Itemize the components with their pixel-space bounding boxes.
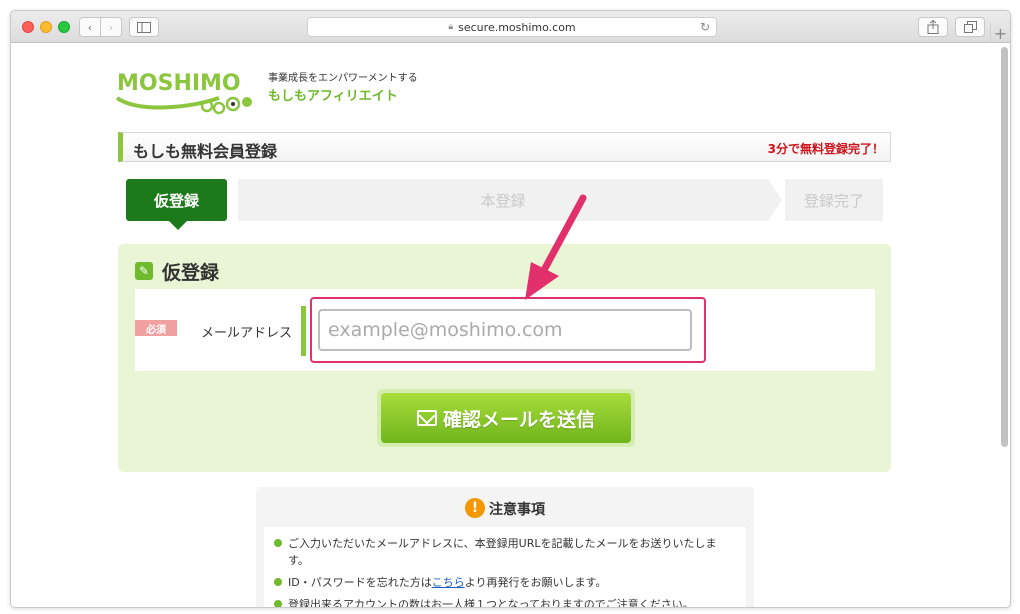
tab-overview-button[interactable]	[955, 17, 985, 37]
share-button[interactable]	[918, 17, 948, 37]
notice-item: 登録出来るアカウントの数はお一人様１つとなっておりますのでご注意ください。	[274, 596, 736, 608]
bullet-icon	[274, 578, 282, 586]
sidebar-icon	[137, 21, 151, 33]
step-indicator-tail	[169, 221, 187, 230]
forward-button[interactable]: ›	[100, 17, 122, 37]
step-provisional: 仮登録	[126, 179, 227, 221]
new-tab-button[interactable]: +	[990, 23, 1010, 43]
page-title: もしも無料会員登録	[133, 142, 278, 161]
required-badge: 必須	[135, 320, 177, 336]
submit-label: 確認メールを送信	[442, 408, 595, 431]
notice-text: ご入力いただいたメールアドレスに、本登録用URLを記載したメールをお送りいたしま…	[288, 537, 717, 567]
step-arrow	[768, 179, 782, 221]
url-text: secure.moshimo.com	[458, 20, 576, 34]
vertical-scrollbar[interactable]	[1001, 47, 1008, 447]
exclamation-icon: !	[465, 498, 485, 518]
email-label: メールアドレス	[201, 326, 293, 341]
lock-icon: 🔒︎	[448, 22, 454, 32]
share-icon	[927, 20, 939, 34]
logo-text: MOSHIMO	[117, 71, 241, 96]
sidebar-toggle-button[interactable]	[129, 17, 159, 37]
moshimo-logo[interactable]: MOSHIMO	[109, 58, 259, 118]
tabs-icon	[963, 21, 977, 33]
zoom-window-button[interactable]	[58, 21, 70, 33]
panel-heading: 仮登録	[162, 262, 220, 284]
plus-icon: +	[993, 23, 1008, 43]
reissue-link[interactable]: こちら	[432, 576, 465, 589]
step-complete: 登録完了	[785, 179, 883, 221]
annotation-arrow	[525, 194, 587, 300]
registration-panel: ✎ 仮登録 必須 メールアドレス 確認メールを送信	[118, 244, 891, 472]
reload-icon[interactable]: ↻	[700, 20, 710, 34]
close-window-button[interactable]	[22, 21, 34, 33]
page-viewport: MOSHIMO 事業成長をエンパワーメントする もしもアフィリエイト もしも無料…	[11, 44, 999, 608]
notice-item: ご入力いただいたメールアドレスに、本登録用URLを記載したメールをお送りいたしま…	[274, 535, 736, 569]
promo-text: 3分で無料登録完了！	[767, 142, 884, 156]
notice-title: 注意事項	[489, 502, 545, 518]
bullet-icon	[274, 539, 282, 547]
site-tagline: 事業成長をエンパワーメントする	[268, 73, 418, 84]
notice-text: 登録出来るアカウントの数はお一人様１つとなっておりますのでご注意ください。	[288, 598, 694, 608]
email-form-row: 必須 メールアドレス	[135, 289, 875, 371]
notice-text: ID・パスワードを忘れた方は	[288, 576, 432, 589]
pencil-icon: ✎	[135, 262, 153, 280]
notice-list: ご入力いただいたメールアドレスに、本登録用URLを記載したメールをお送りいたしま…	[264, 527, 746, 608]
email-input[interactable]	[318, 309, 692, 351]
page-title-bar: もしも無料会員登録 3分で無料登録完了！	[118, 132, 891, 162]
mail-icon	[416, 410, 437, 426]
send-confirmation-button[interactable]: 確認メールを送信	[381, 393, 631, 443]
browser-window: ‹ › 🔒︎ secure.moshimo.com ↻ + MOSHIMO 事業…	[10, 10, 1011, 608]
notice-text: より再発行をお願いします。	[464, 576, 607, 589]
browser-toolbar: ‹ › 🔒︎ secure.moshimo.com ↻ +	[11, 11, 1010, 43]
address-bar[interactable]: 🔒︎ secure.moshimo.com ↻	[307, 17, 717, 37]
back-button[interactable]: ‹	[79, 17, 101, 37]
minimize-window-button[interactable]	[40, 21, 52, 33]
field-divider	[301, 306, 306, 356]
chevron-right-icon: ›	[108, 20, 114, 34]
notice-panel: ! 注意事項 ご入力いただいたメールアドレスに、本登録用URLを記載したメールを…	[256, 487, 754, 608]
submit-button-frame: 確認メールを送信	[377, 389, 635, 447]
chevron-left-icon: ‹	[87, 20, 93, 34]
step-full-registration: 本登録	[238, 179, 768, 221]
brand-name: もしもアフィリエイト	[268, 89, 398, 104]
bullet-icon	[274, 600, 282, 607]
notice-item: ID・パスワードを忘れた方はこちらより再発行をお願いします。	[274, 574, 736, 591]
